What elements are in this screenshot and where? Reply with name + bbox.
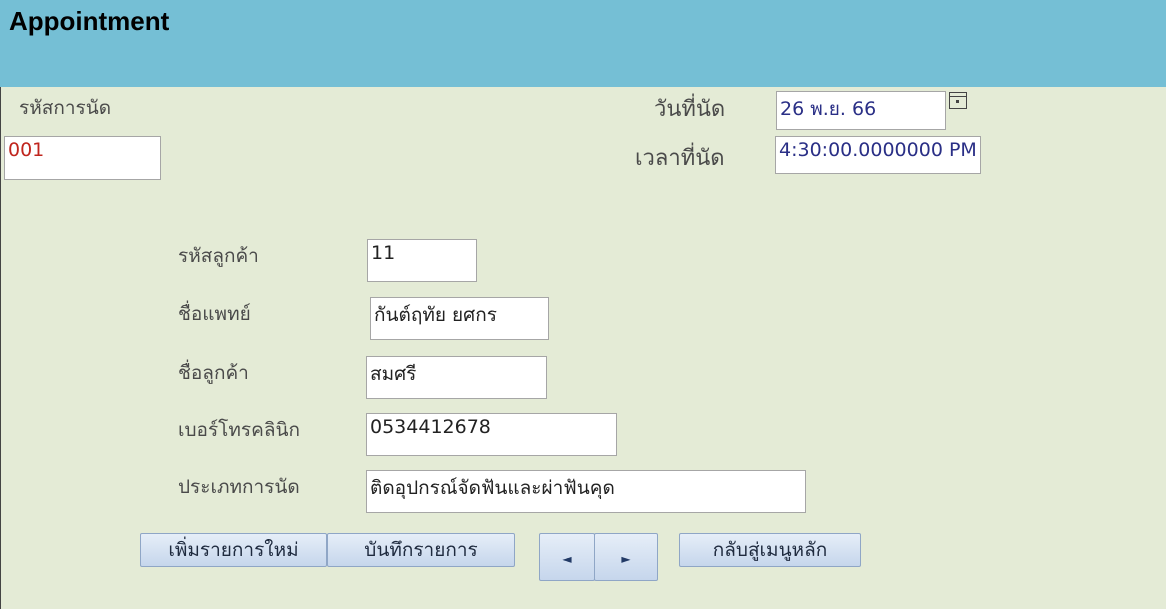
customer-id-field[interactable]: 11 bbox=[367, 239, 477, 282]
add-new-button[interactable]: เพิ่มรายการใหม่ bbox=[140, 533, 327, 567]
customer-name-label: ชื่อลูกค้า bbox=[178, 362, 249, 384]
time-label: เวลาที่นัด bbox=[635, 146, 725, 171]
doctor-name-field[interactable]: กันต์ฤทัย ยศกร bbox=[370, 297, 549, 340]
clinic-phone-field[interactable]: 0534412678 bbox=[366, 413, 617, 456]
date-field[interactable]: 26 พ.ย. 66 bbox=[776, 91, 946, 130]
page-title: Appointment bbox=[9, 6, 170, 36]
doctor-name-label: ชื่อแพทย์ bbox=[178, 303, 251, 325]
save-button[interactable]: บันทึกรายการ bbox=[327, 533, 515, 567]
appointment-id-label: รหัสการนัด bbox=[19, 97, 112, 119]
date-label: วันที่นัด bbox=[654, 97, 726, 122]
appointment-id-field[interactable]: 001 bbox=[4, 136, 161, 180]
next-record-button[interactable]: ► bbox=[594, 533, 658, 581]
time-field[interactable]: 4:30:00.0000000 PM bbox=[775, 136, 981, 174]
previous-record-button[interactable]: ◄ bbox=[539, 533, 595, 581]
form-left-border bbox=[0, 87, 1, 609]
customer-name-field[interactable]: สมศรี bbox=[366, 356, 547, 399]
arrow-right-icon: ► bbox=[621, 552, 631, 566]
arrow-left-icon: ◄ bbox=[562, 552, 572, 566]
calendar-icon[interactable] bbox=[949, 92, 967, 109]
appointment-type-field[interactable]: ติดอุปกรณ์จัดฟันและผ่าฟันคุด bbox=[366, 470, 806, 513]
header-bar: Appointment bbox=[0, 0, 1166, 87]
appointment-type-label: ประเภทการนัด bbox=[178, 476, 300, 498]
clinic-phone-label: เบอร์โทรคลินิก bbox=[178, 419, 300, 441]
back-to-menu-button[interactable]: กลับสู่เมนูหลัก bbox=[679, 533, 861, 567]
customer-id-label: รหัสลูกค้า bbox=[178, 245, 259, 267]
